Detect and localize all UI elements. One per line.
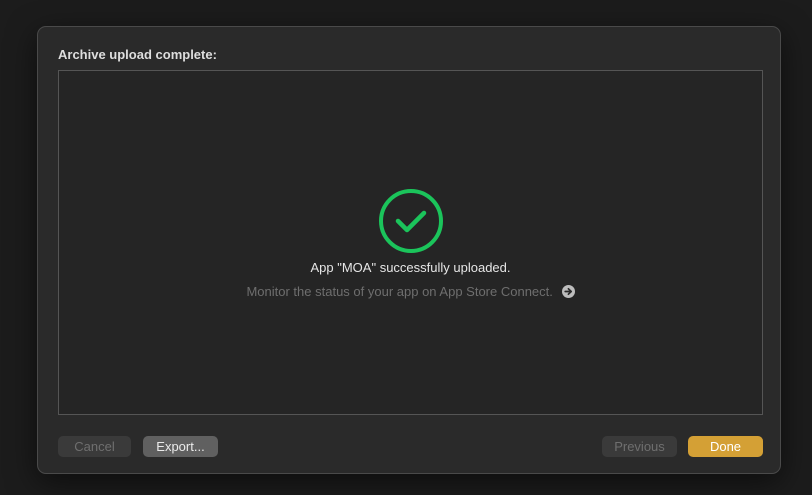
done-button[interactable]: Done: [688, 436, 763, 457]
export-button[interactable]: Export...: [143, 436, 218, 457]
upload-status-message: App "MOA" successfully uploaded.: [310, 260, 511, 275]
upload-dialog: Archive upload complete: App "MOA" succe…: [37, 26, 781, 474]
checkmark-circle-icon: [379, 189, 443, 253]
cancel-button[interactable]: Cancel: [58, 436, 131, 457]
previous-button[interactable]: Previous: [602, 436, 677, 457]
dialog-title: Archive upload complete:: [58, 47, 217, 62]
monitor-status-text: Monitor the status of your app on App St…: [246, 284, 553, 300]
monitor-status-row: Monitor the status of your app on App St…: [59, 283, 762, 299]
content-panel: App "MOA" successfully uploaded. Monitor…: [58, 70, 763, 415]
arrow-right-circle-icon[interactable]: [561, 285, 575, 299]
